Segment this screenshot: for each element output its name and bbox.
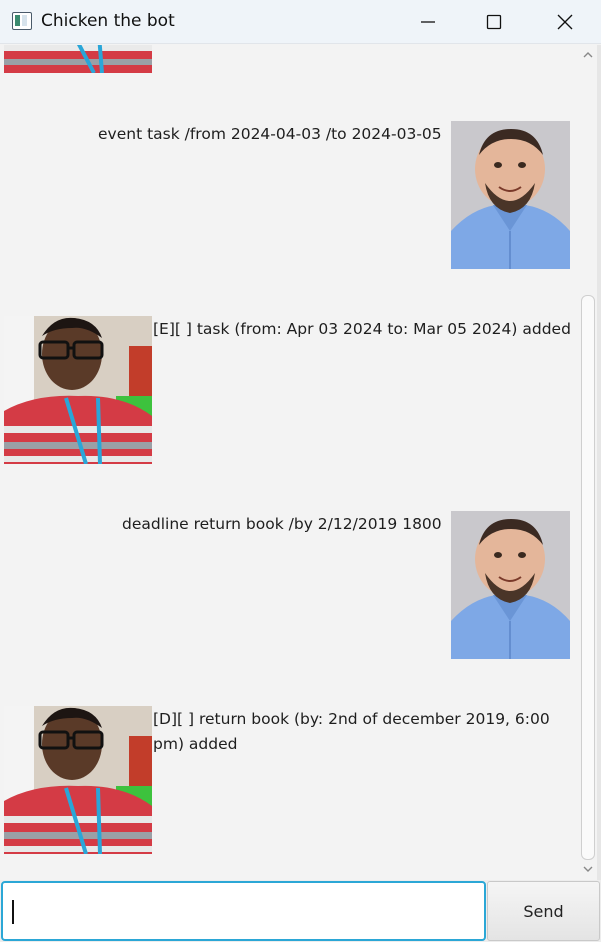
minimize-icon: [421, 21, 435, 23]
app-icon: [12, 12, 32, 30]
bot-avatar-image: [4, 706, 152, 854]
input-row: Send: [0, 880, 601, 942]
bot-avatar: [4, 316, 152, 464]
vertical-scrollbar[interactable]: [579, 45, 597, 880]
user-avatar-image: [451, 121, 570, 269]
text-caret: [12, 900, 14, 924]
bot-avatar: [4, 706, 152, 854]
bot-message: [D][ ] return book (by: 2nd of december …: [153, 707, 578, 757]
scroll-thumb[interactable]: [581, 295, 595, 860]
scroll-down-icon[interactable]: [582, 863, 594, 875]
title-bar: Chicken the bot: [0, 0, 601, 44]
minimize-button[interactable]: [405, 0, 451, 44]
bot-message-line2: pm) added: [153, 735, 238, 753]
close-icon: [557, 14, 573, 30]
window-edge: [597, 45, 601, 880]
message-input[interactable]: [1, 881, 486, 941]
chat-scroll-area[interactable]: event task /from 2024-04-03 /to 2024-03-…: [0, 45, 601, 880]
maximize-button[interactable]: [471, 0, 517, 44]
user-avatar: [451, 511, 570, 659]
bot-avatar: [4, 45, 152, 73]
user-avatar-image: [451, 511, 570, 659]
scroll-up-icon[interactable]: [582, 49, 594, 61]
close-button[interactable]: [542, 0, 588, 44]
window-title: Chicken the bot: [41, 11, 175, 31]
bot-message-line1: [D][ ] return book (by: 2nd of december …: [153, 710, 550, 728]
user-message: deadline return book /by 2/12/2019 1800: [122, 515, 442, 533]
user-avatar: [451, 121, 570, 269]
send-button[interactable]: Send: [487, 881, 600, 941]
maximize-icon: [486, 14, 502, 30]
bot-message: [E][ ] task (from: Apr 03 2024 to: Mar 0…: [153, 320, 571, 338]
bot-avatar-image: [4, 316, 152, 464]
user-message: event task /from 2024-04-03 /to 2024-03-…: [98, 125, 442, 143]
